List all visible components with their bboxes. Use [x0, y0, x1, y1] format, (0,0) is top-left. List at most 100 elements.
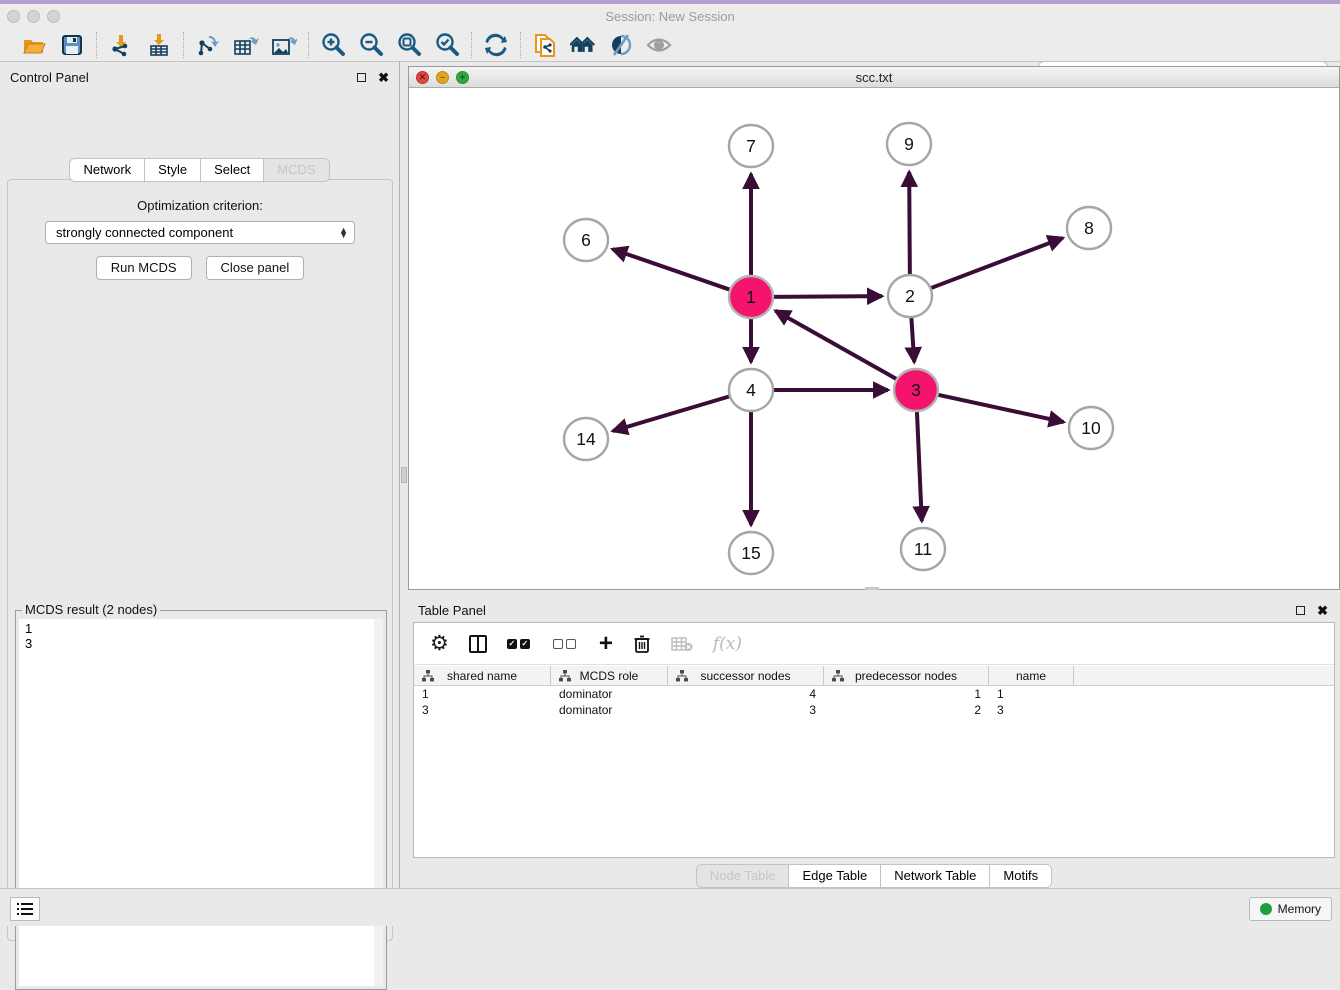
network-graph[interactable]: 1 2 3 4 6 7 8 9 10 11 14 15 [409, 88, 1339, 589]
tab-mcds[interactable]: MCDS [264, 159, 328, 181]
show-columns-icon[interactable] [469, 632, 487, 656]
panel-splitter[interactable] [400, 62, 408, 888]
node-table: shared nameMCDS rolesuccessor nodesprede… [414, 666, 1334, 718]
run-mcds-button[interactable]: Run MCDS [96, 256, 192, 280]
table-cell[interactable]: 1 [824, 686, 989, 702]
graph-node-14[interactable]: 14 [564, 418, 608, 460]
table-float-panel-icon[interactable] [1296, 606, 1305, 615]
export-table-icon[interactable] [233, 32, 259, 58]
memory-status-icon [1260, 903, 1272, 915]
graph-node-8[interactable]: 8 [1067, 207, 1111, 249]
save-session-button[interactable] [59, 32, 85, 58]
main-toolbar [0, 28, 1340, 62]
column-header-name[interactable]: name [989, 666, 1074, 685]
graph-edge-2-9[interactable] [909, 172, 910, 274]
close-panel-button[interactable]: Close panel [206, 256, 305, 280]
graph-node-3[interactable]: 3 [894, 369, 938, 411]
float-panel-icon[interactable] [357, 73, 366, 82]
import-table-icon[interactable] [146, 32, 172, 58]
network-canvas[interactable]: 1 2 3 4 6 7 8 9 10 11 14 15 [409, 88, 1339, 589]
tab-select[interactable]: Select [201, 159, 264, 181]
table-cell[interactable]: 2 [824, 702, 989, 718]
table-tabbar: Node Table Edge Table Network Table Moti… [696, 864, 1052, 888]
table-cell[interactable]: 3 [668, 702, 824, 718]
unselect-all-rows-icon[interactable] [553, 632, 579, 656]
graph-node-1[interactable]: 1 [729, 276, 773, 318]
column-header-shared-name[interactable]: shared name [414, 666, 551, 685]
optimization-criterion-select[interactable]: strongly connected component ▲▼ [45, 221, 355, 244]
window-resize-handle[interactable] [865, 587, 879, 590]
graph-node-4[interactable]: 4 [729, 369, 773, 411]
table-cell[interactable]: 1 [989, 686, 1074, 702]
graph-node-10[interactable]: 10 [1069, 407, 1113, 449]
app-window-title: Session: New Session [0, 9, 1340, 24]
table-settings-icon[interactable]: ⚙ [430, 632, 449, 656]
delete-row-icon[interactable] [633, 632, 651, 656]
select-all-rows-icon[interactable]: ✓✓ [507, 632, 533, 656]
table-cell[interactable]: dominator [551, 686, 668, 702]
network-window-titlebar[interactable]: ✕ – + scc.txt [409, 67, 1339, 88]
graph-edge-1-6[interactable] [612, 249, 730, 290]
tab-motifs[interactable]: Motifs [990, 865, 1051, 887]
graph-edge-2-8[interactable] [931, 238, 1063, 288]
tab-network[interactable]: Network [70, 159, 145, 181]
status-bar: Memory [0, 888, 1340, 926]
add-row-icon[interactable]: + [599, 632, 613, 656]
table-row[interactable]: 1dominator411 [414, 686, 1334, 702]
control-panel-title: Control Panel [10, 70, 357, 85]
open-session-button[interactable] [21, 32, 47, 58]
column-header-predecessor-nodes[interactable]: predecessor nodes [824, 666, 989, 685]
table-row[interactable]: 3dominator323 [414, 702, 1334, 718]
table-close-panel-icon[interactable]: ✖ [1317, 604, 1328, 617]
svg-text:7: 7 [746, 136, 756, 156]
node-table-container: ⚙ ✓✓ + f(x) shared nameMCDS rolesuccesso… [413, 622, 1335, 858]
graph-edge-3-10[interactable] [937, 395, 1063, 422]
graph-node-2[interactable]: 2 [888, 275, 932, 317]
tab-node-table[interactable]: Node Table [697, 865, 790, 887]
column-header-MCDS-role[interactable]: MCDS role [551, 666, 668, 685]
clone-network-icon[interactable] [532, 32, 558, 58]
graph-edge-4-14[interactable] [613, 396, 730, 431]
zoom-in-icon[interactable] [320, 32, 346, 58]
table-panel: Table Panel ✖ ⚙ ✓✓ + f(x) shared nameMCD… [408, 595, 1340, 888]
column-header-successor-nodes[interactable]: successor nodes [668, 666, 824, 685]
memory-label: Memory [1278, 902, 1321, 916]
graph-node-9[interactable]: 9 [887, 123, 931, 165]
table-cell[interactable]: 4 [668, 686, 824, 702]
first-neighbors-icon[interactable] [570, 32, 596, 58]
graph-edge-3-1[interactable] [775, 311, 896, 379]
splitter-handle[interactable] [401, 467, 407, 483]
hide-style-icon[interactable] [608, 32, 634, 58]
zoom-fit-icon[interactable] [396, 32, 422, 58]
table-cell[interactable]: 3 [989, 702, 1074, 718]
task-history-button[interactable] [10, 897, 40, 921]
graph-node-6[interactable]: 6 [564, 219, 608, 261]
graph-node-7[interactable]: 7 [729, 125, 773, 167]
tab-edge-table[interactable]: Edge Table [789, 865, 881, 887]
mcds-result-text[interactable]: 1 3 [19, 619, 383, 986]
export-network-icon[interactable] [195, 32, 221, 58]
tab-style[interactable]: Style [145, 159, 201, 181]
graph-edge-1-2[interactable] [773, 296, 882, 297]
graph-node-15[interactable]: 15 [729, 532, 773, 574]
graph-edge-2-3[interactable] [911, 318, 914, 362]
table-toolbar: ⚙ ✓✓ + f(x) [414, 623, 1334, 665]
import-network-icon[interactable] [108, 32, 134, 58]
result-scrollbar[interactable] [374, 619, 383, 986]
graph-node-11[interactable]: 11 [901, 528, 945, 570]
memory-button[interactable]: Memory [1249, 897, 1332, 921]
svg-text:9: 9 [904, 134, 914, 154]
close-panel-icon[interactable]: ✖ [378, 71, 389, 84]
mcds-tab-content: Optimization criterion: strongly connect… [7, 179, 393, 941]
zoom-out-icon[interactable] [358, 32, 384, 58]
table-cell[interactable]: 3 [414, 702, 551, 718]
graph-edge-3-11[interactable] [917, 412, 922, 521]
refresh-layout-icon[interactable] [483, 32, 509, 58]
zoom-selected-icon[interactable] [434, 32, 460, 58]
export-image-icon[interactable] [271, 32, 297, 58]
mcds-result-title: MCDS result (2 nodes) [22, 602, 160, 617]
table-cell[interactable]: 1 [414, 686, 551, 702]
table-cell[interactable]: dominator [551, 702, 668, 718]
tab-network-table[interactable]: Network Table [881, 865, 990, 887]
show-graphics-details-icon[interactable] [646, 32, 672, 58]
